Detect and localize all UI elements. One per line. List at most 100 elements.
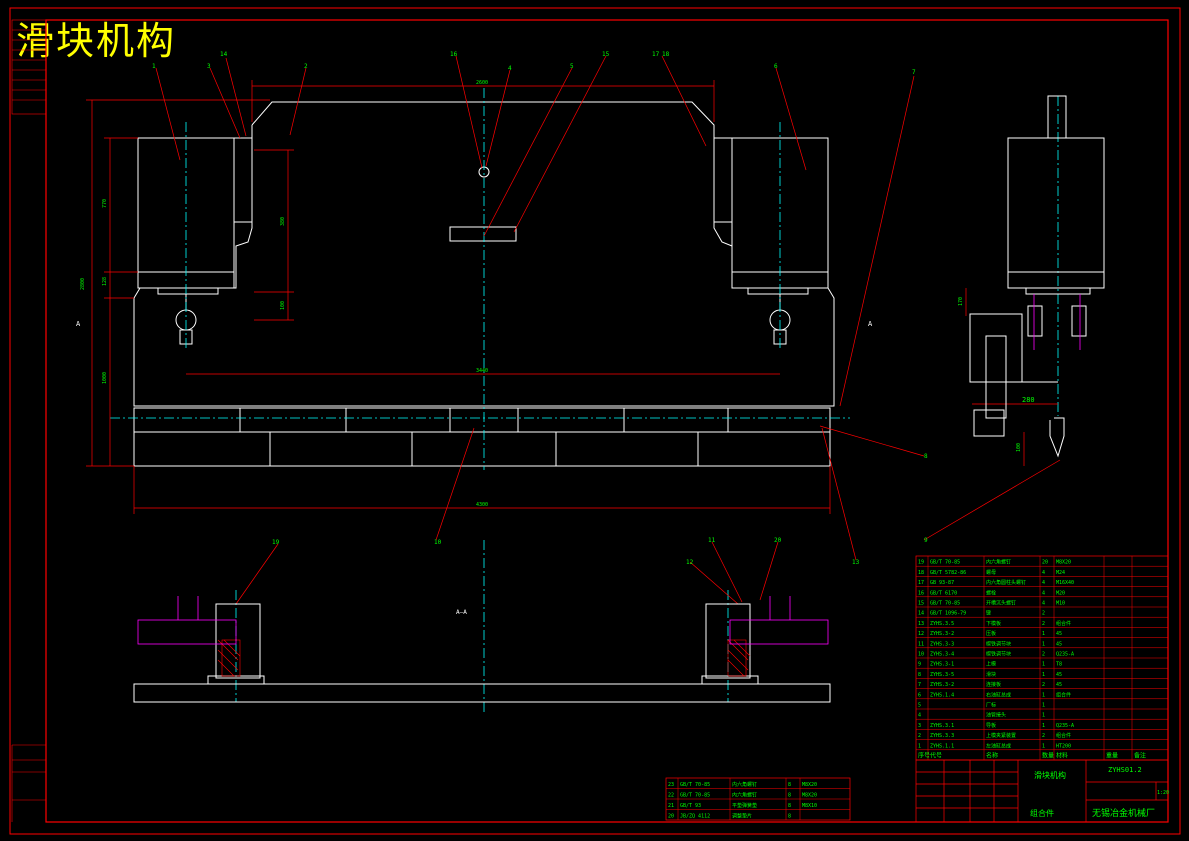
balloon: 5 <box>570 63 574 70</box>
table-cell: 螺栓 <box>986 589 996 596</box>
dim-cylinder-span: 3440 <box>476 368 488 374</box>
table-cell: M8X20 <box>1056 560 1071 566</box>
table-cell: ZYHS.3-2 <box>930 631 954 637</box>
balloon: 15 <box>602 51 610 58</box>
parts-list: 19 GB/T 70-85 内六角螺钉 20 M8X2018 GB/T 5782-86 螺母… <box>915 555 1169 761</box>
table-cell: 滑块 <box>986 671 996 678</box>
table-cell: 1 <box>1042 723 1045 729</box>
side-view <box>969 95 1105 458</box>
balloon: 19 <box>272 539 280 546</box>
balloon: 12 <box>686 559 694 566</box>
title-assembly: 组合件 <box>1030 808 1054 818</box>
table-cell: 左油缸总成 <box>986 742 1011 749</box>
balloon: 4 <box>508 65 512 72</box>
dimension-lines <box>86 80 1058 514</box>
table-cell: ZYHS.3-5 <box>930 672 954 678</box>
table-cell: 20 <box>1042 560 1048 566</box>
table-cell: GB/T 70-85 <box>680 782 710 788</box>
dim-side-width: 280 <box>1022 396 1035 404</box>
section-magenta <box>137 596 829 645</box>
balloon: 8 <box>924 453 928 460</box>
balloon: 20 <box>774 537 782 544</box>
table-cell: M8X10 <box>802 803 817 809</box>
table-cell: 1 <box>1042 672 1045 678</box>
table-cell: 6 <box>918 692 921 698</box>
table-cell: Q235-A <box>1056 652 1074 658</box>
table-cell: 8 <box>788 793 791 799</box>
table-cell: 右油缸总成 <box>986 691 1011 698</box>
table-header-cell: 代号 <box>930 752 942 760</box>
upper-die-rail <box>133 407 831 433</box>
table-cell: 内六角螺钉 <box>986 559 1011 566</box>
table-cell: Q235-A <box>1056 723 1074 729</box>
section-view <box>133 603 831 703</box>
table-cell: ZYHS.3-2 <box>930 682 954 688</box>
table-header-cell: 备注 <box>1134 752 1146 760</box>
table-cell: M8X20 <box>802 782 817 788</box>
table-cell: 9 <box>918 662 921 668</box>
balloon: 14 <box>220 51 228 58</box>
dim-inner-small: 100 <box>280 301 286 310</box>
table-cell: 2 <box>1042 682 1045 688</box>
table-header-cell: 名称 <box>986 752 998 760</box>
table-cell: M20 <box>1056 590 1065 596</box>
leader-lines <box>155 55 1061 605</box>
table-cell: ZYHS.3.1 <box>930 723 954 729</box>
table-cell: ZYHS.3.3 <box>930 733 954 739</box>
table-cell: GB 93-87 <box>930 580 954 586</box>
balloon: 3 <box>207 63 211 70</box>
view-marker-right: A <box>868 320 873 328</box>
balloon-numbers: 1 3 14 2 16 4 5 15 17 18 6 7 8 10 19 11 … <box>152 51 928 566</box>
section-base-plate <box>133 683 831 703</box>
table-cell: 16 <box>918 590 924 596</box>
table-cell: GB/T 5782-86 <box>930 570 966 576</box>
balloon: 10 <box>434 539 442 546</box>
table-cell: 开槽沉头螺钉 <box>986 600 1016 607</box>
table-cell: 1 <box>1042 631 1045 637</box>
table-cell: GB/T 70-85 <box>680 793 710 799</box>
view-marker-left: A <box>76 320 81 328</box>
table-cell: 楔铁调节块 <box>986 640 1011 647</box>
dim-left-mid: 128 <box>102 277 108 286</box>
table-cell: 2 <box>1042 621 1045 627</box>
table-cell: 1 <box>1042 692 1045 698</box>
table-cell: 1 <box>1042 641 1045 647</box>
table-cell: GB/T 70-85 <box>930 601 960 607</box>
side-guide <box>969 313 1023 383</box>
table-header-cell: 序号 <box>918 752 930 760</box>
nameplate <box>449 226 517 242</box>
balloon: 13 <box>852 559 860 566</box>
dim-total-height: 2800 <box>80 278 86 290</box>
table-cell: 厂标 <box>986 702 996 709</box>
table-cell: 连接板 <box>986 681 1001 688</box>
table-cell: 8 <box>788 782 791 788</box>
dim-inner-height: 380 <box>280 217 286 226</box>
balloon: 2 <box>304 63 308 70</box>
table-cell: ZYHS.3-3 <box>930 641 954 647</box>
table-cell: M16X40 <box>1056 580 1074 586</box>
table-cell: 20 <box>668 814 674 820</box>
table-cell: ZYHS.3.5 <box>930 621 954 627</box>
table-cell: 压板 <box>986 630 996 637</box>
table-cell: 5 <box>918 703 921 709</box>
table-cell: 2 <box>1042 611 1045 617</box>
left-margin-table <box>11 19 47 822</box>
title-drawing-no: ZYHS01.2 <box>1108 766 1142 774</box>
title-company: 无锡冶金机械厂 <box>1092 807 1155 819</box>
table-cell: 12 <box>918 631 924 637</box>
table-cell: 4 <box>1042 590 1045 596</box>
table-cell: 上模夹紧装置 <box>986 732 1016 739</box>
table-cell: 11 <box>918 641 924 647</box>
table-cell: 45 <box>1056 682 1062 688</box>
table-cell: 4 <box>918 713 921 719</box>
table-cell: 8 <box>788 803 791 809</box>
table-cell: T8 <box>1056 662 1062 668</box>
table-cell: GB/T 70-85 <box>930 560 960 566</box>
cad-drawing: 2600 2800 770 128 1000 380 100 3440 4300… <box>9 7 1181 835</box>
table-cell: 15 <box>918 601 924 607</box>
table-cell: 1 <box>1042 713 1045 719</box>
table-cell: GB/T 1096-79 <box>930 611 966 617</box>
table-cell: M8X20 <box>802 793 817 799</box>
table-cell: 22 <box>668 793 674 799</box>
balloon: 6 <box>774 63 778 70</box>
